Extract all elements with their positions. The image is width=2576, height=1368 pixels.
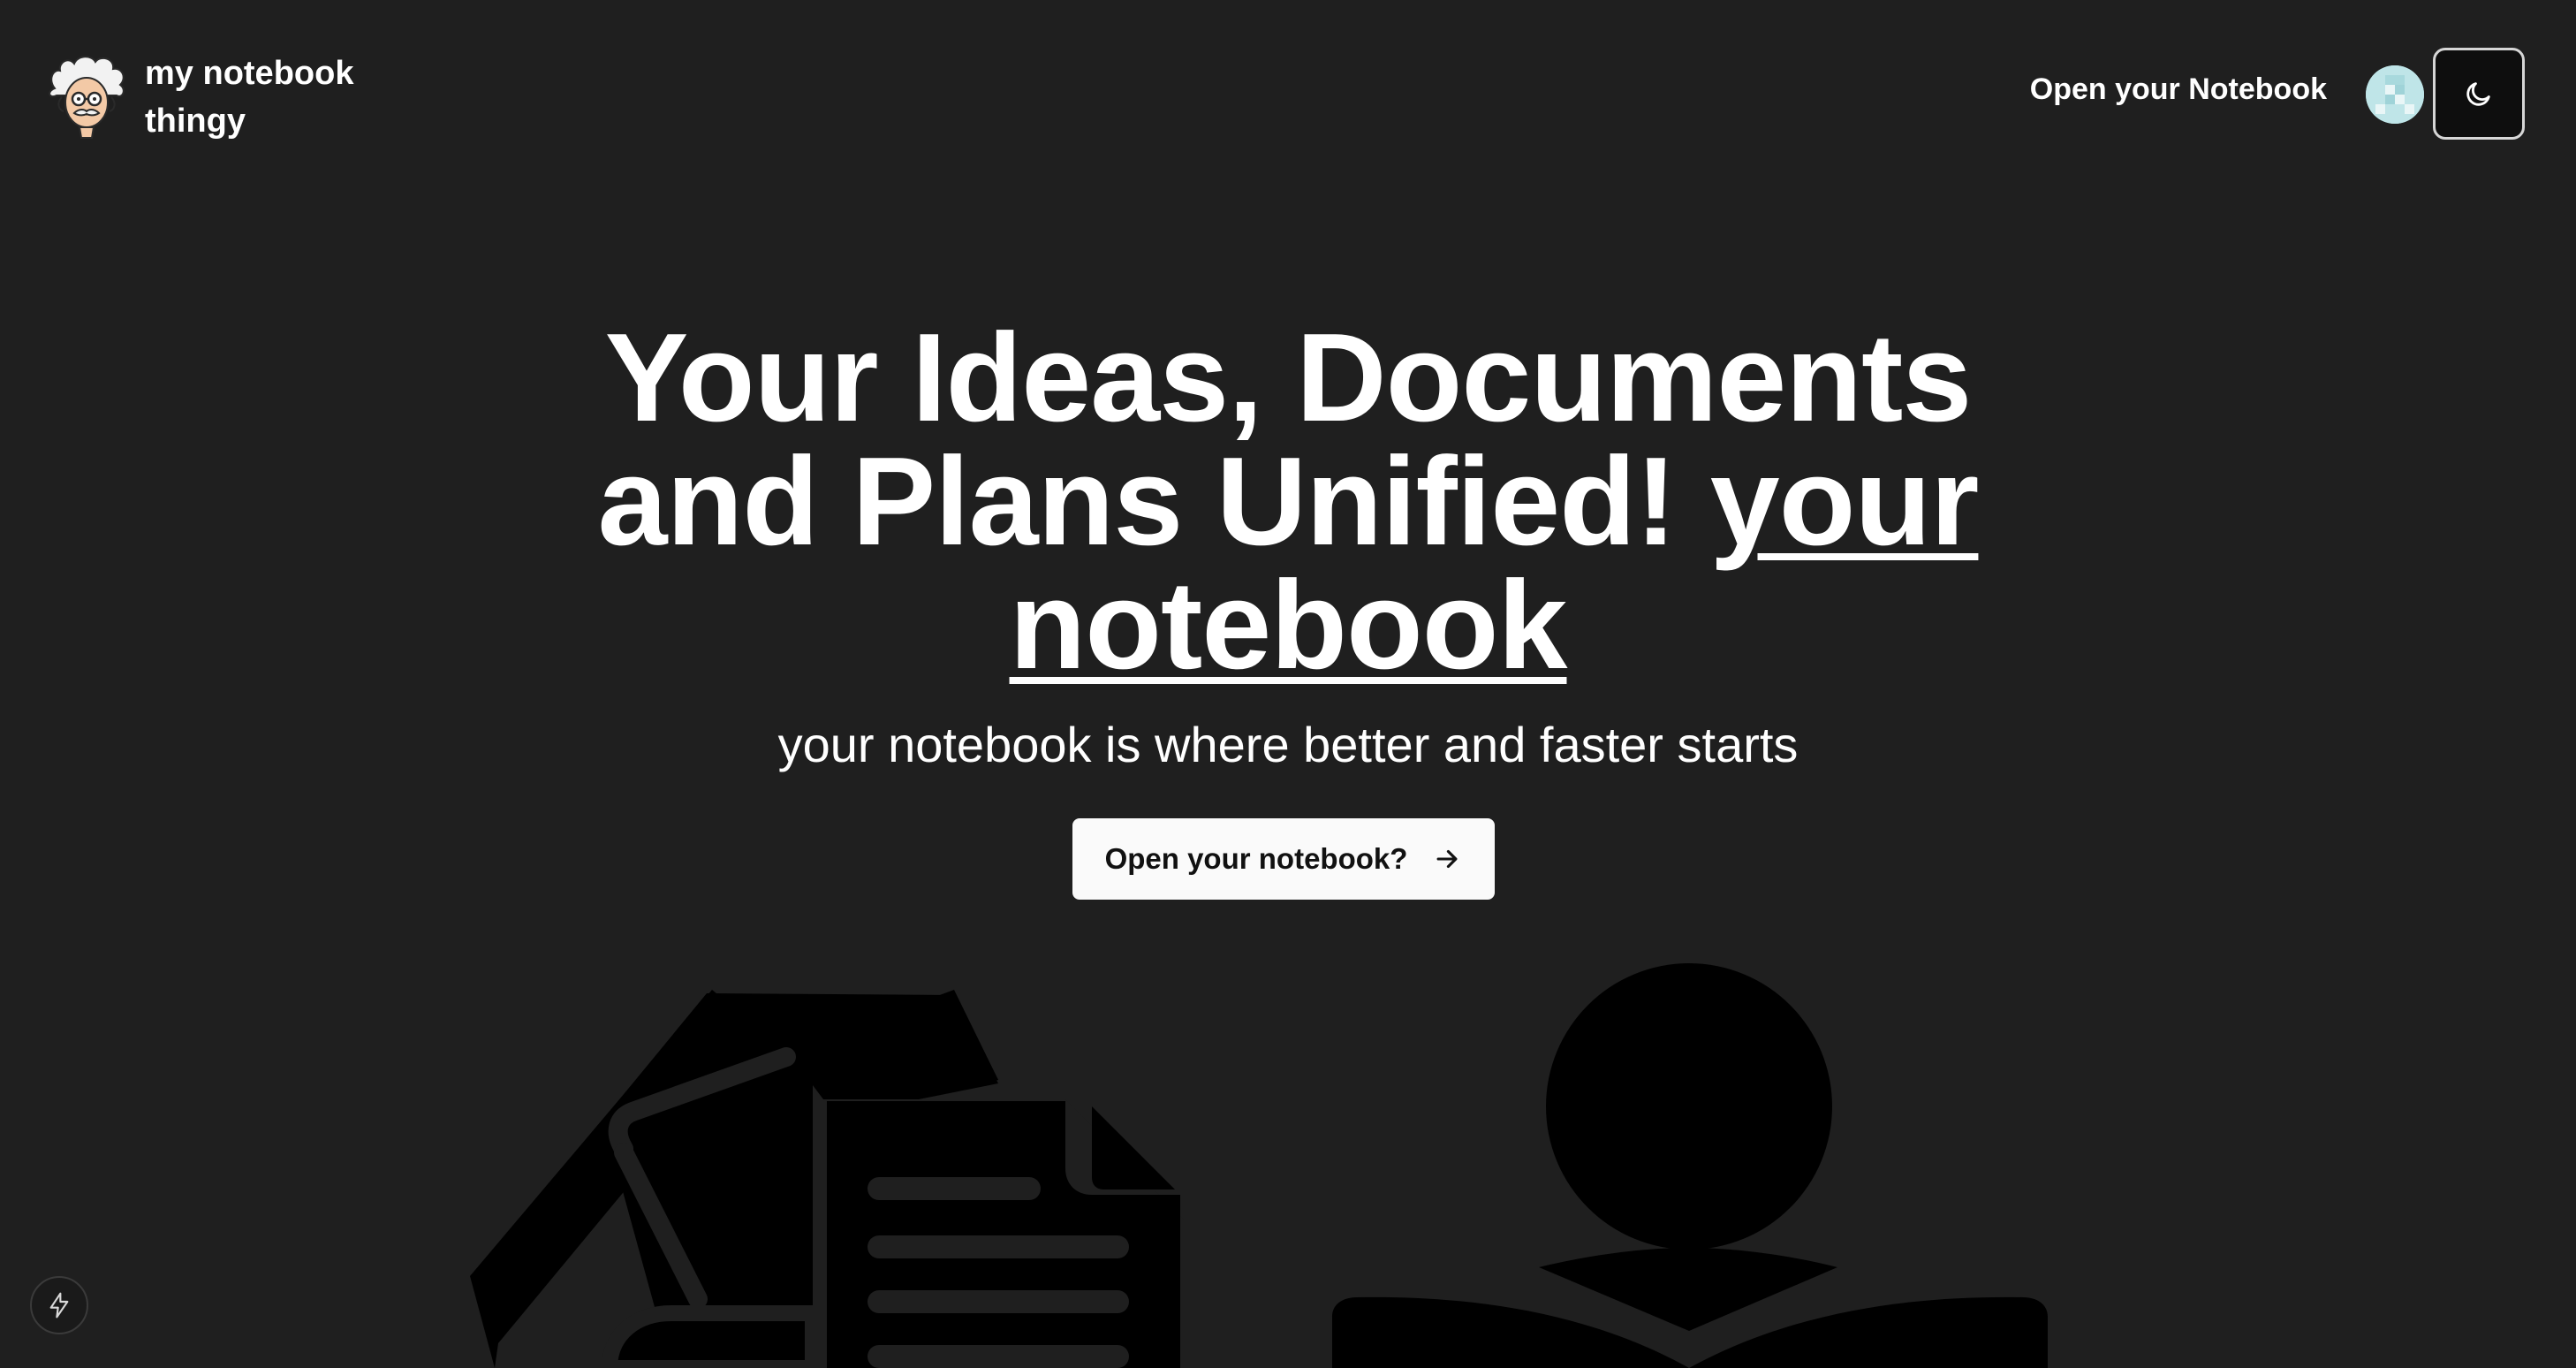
hero-illustration (470, 963, 2048, 1368)
open-notebook-nav-link[interactable]: Open your Notebook (2030, 72, 2327, 107)
hero-section: Your Ideas, Documents and Plans Unified!… (0, 315, 2576, 776)
einstein-face-icon (49, 56, 125, 139)
lightning-bolt-icon (49, 1292, 69, 1319)
open-notebook-cta-button[interactable]: Open your notebook? (1072, 818, 1495, 900)
landing-page: my notebook thingy Open your Notebook Yo… (0, 0, 2576, 1368)
theme-toggle-button[interactable] (2433, 48, 2525, 140)
brand-name: my notebook thingy (145, 55, 354, 140)
site-header: my notebook thingy Open your Notebook (0, 0, 2576, 177)
hero-subtitle: your notebook is where better and faster… (777, 717, 1799, 772)
cta-label: Open your notebook? (1104, 842, 1408, 875)
hero-title: Your Ideas, Documents and Plans Unified!… (537, 315, 2039, 688)
user-avatar-icon[interactable] (2366, 65, 2424, 124)
moon-icon (2466, 82, 2490, 106)
lightning-bolt-button[interactable] (30, 1276, 88, 1334)
brand[interactable]: my notebook thingy (46, 49, 410, 145)
avatar-pattern (2366, 65, 2424, 124)
arrow-right-icon (1436, 849, 1458, 869)
documents-icon (470, 990, 1184, 1368)
person-reading-icon (1332, 963, 2048, 1368)
